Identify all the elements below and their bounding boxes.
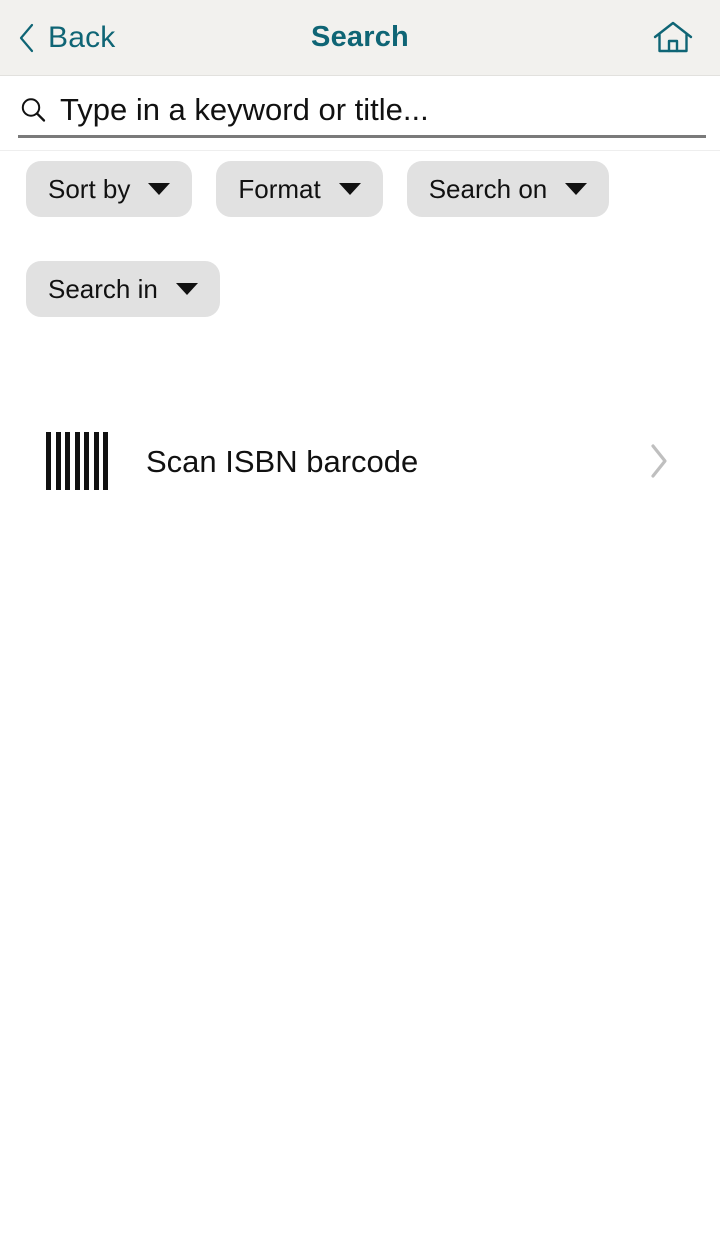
- filter-chip-format[interactable]: Format: [216, 161, 383, 217]
- app-header: Back Search: [0, 0, 720, 76]
- chevron-down-icon: [148, 183, 171, 195]
- search-area: [0, 76, 720, 150]
- chevron-right-icon: [648, 443, 696, 479]
- search-screen: Back Search Type in a keyword or title..…: [0, 0, 720, 1245]
- search-field[interactable]: [18, 88, 706, 138]
- home-icon: [651, 18, 695, 58]
- search-input[interactable]: [60, 91, 706, 128]
- home-button[interactable]: [650, 15, 696, 61]
- chevron-down-icon: [338, 183, 361, 195]
- filter-chip-label: Format: [238, 174, 321, 204]
- scan-isbn-label: Scan ISBN barcode: [146, 443, 419, 479]
- scan-isbn-barcode-row[interactable]: Scan ISBN barcode: [0, 414, 720, 508]
- filter-chip-label: Search in: [48, 274, 158, 304]
- filter-chip-search-in[interactable]: Search in: [26, 261, 220, 317]
- filter-chip-group: Sort by Format Search on Search in: [0, 151, 720, 317]
- chevron-down-icon: [565, 183, 588, 195]
- filter-chip-sort-by[interactable]: Sort by: [26, 161, 193, 217]
- filter-chip-label: Sort by: [48, 174, 131, 204]
- search-icon: [18, 95, 48, 129]
- page-title: Search: [311, 21, 409, 53]
- filter-chip-search-on[interactable]: Search on: [406, 161, 610, 217]
- chevron-down-icon: [175, 283, 198, 295]
- barcode-icon: [46, 432, 108, 490]
- filter-chip-label: Search on: [428, 174, 548, 204]
